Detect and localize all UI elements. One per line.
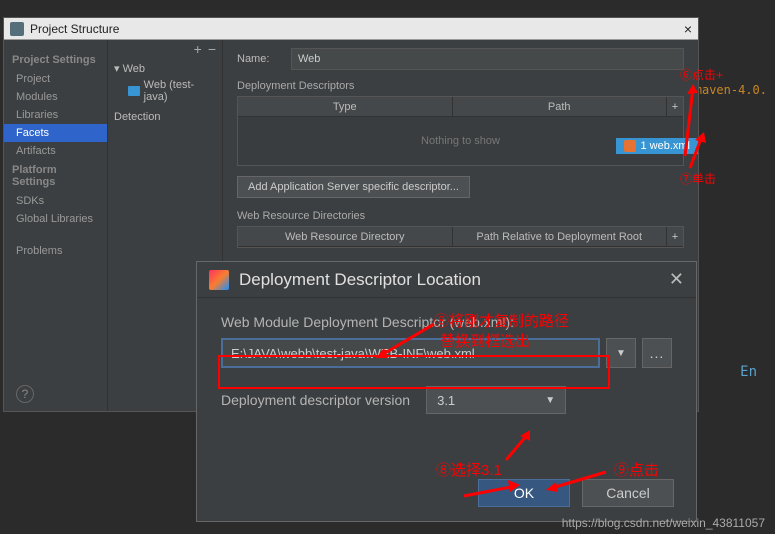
watermark: https://blog.csdn.net/weixin_43811057 [562, 516, 765, 530]
help-button[interactable]: ? [16, 385, 34, 403]
web-facet-icon [128, 86, 140, 96]
dd-section-label: Deployment Descriptors [237, 80, 684, 92]
tree-toolbar: + − [108, 40, 222, 58]
sidebar-item-artifacts[interactable]: Artifacts [4, 142, 107, 160]
sidebar-item-libraries[interactable]: Libraries [4, 106, 107, 124]
app-icon [10, 22, 24, 36]
version-value: 3.1 [437, 393, 455, 408]
dd-table: Type Path + Nothing to show [237, 96, 684, 166]
wrd-col-dir: Web Resource Directory [238, 227, 453, 246]
sidebar-item-modules[interactable]: Modules [4, 88, 107, 106]
tree-item-detection[interactable]: Detection [112, 109, 218, 125]
dd-add-button[interactable]: + [667, 97, 683, 116]
wrd-add-button[interactable]: + [667, 227, 683, 246]
sidebar-item-facets[interactable]: Facets [4, 124, 107, 142]
tree-item-web-module[interactable]: Web (test-java) [112, 77, 218, 105]
bg-lang-text: En [740, 364, 757, 380]
version-select[interactable]: 3.1 ▼ [426, 386, 566, 414]
dialog-title: Deployment Descriptor Location [239, 270, 659, 290]
tree-item-web-module-label: Web (test-java) [144, 79, 216, 103]
sidebar-item-global-libraries[interactable]: Global Libraries [4, 210, 107, 228]
webxml-popup-item[interactable]: 1 web.xml [616, 138, 698, 154]
tree-add-icon[interactable]: + [194, 41, 202, 57]
tree-item-web-label: Web [123, 63, 145, 75]
window-title: Project Structure [30, 22, 119, 36]
tree-remove-icon[interactable]: − [208, 41, 216, 57]
window-close-button[interactable]: × [684, 21, 692, 37]
dialog-close-button[interactable]: ✕ [669, 269, 684, 290]
dd-col-path: Path [453, 97, 668, 116]
chevron-down-icon: ▼ [545, 395, 555, 406]
window-title-bar: Project Structure × [4, 18, 698, 40]
browse-button[interactable]: ... [642, 338, 672, 368]
webxml-path-label: Web Module Deployment Descriptor (web.xm… [221, 314, 672, 330]
ok-button[interactable]: OK [478, 479, 570, 507]
settings-sidebar: Project Settings Project Modules Librari… [4, 40, 108, 411]
sidebar-heading-project: Project Settings [4, 50, 107, 70]
wrd-section-label: Web Resource Directories [237, 210, 684, 222]
webxml-path-input[interactable] [221, 338, 600, 368]
xml-file-icon [624, 140, 636, 152]
sidebar-heading-platform: Platform Settings [4, 160, 107, 192]
path-history-dropdown[interactable]: ▼ [606, 338, 636, 368]
cancel-button[interactable]: Cancel [582, 479, 674, 507]
webxml-popup-label: 1 web.xml [640, 140, 690, 152]
sidebar-item-project[interactable]: Project [4, 70, 107, 88]
facet-name-input[interactable] [291, 48, 684, 70]
sidebar-item-problems[interactable]: Problems [4, 242, 107, 260]
name-label: Name: [237, 53, 281, 65]
dialog-title-bar: Deployment Descriptor Location ✕ [197, 262, 696, 298]
sidebar-item-sdks[interactable]: SDKs [4, 192, 107, 210]
deployment-descriptor-dialog: Deployment Descriptor Location ✕ Web Mod… [196, 261, 697, 522]
intellij-icon [209, 270, 229, 290]
version-label: Deployment descriptor version [221, 392, 410, 408]
wrd-table: Web Resource Directory Path Relative to … [237, 226, 684, 248]
add-server-descriptor-button[interactable]: Add Application Server specific descript… [237, 176, 470, 198]
wrd-col-root: Path Relative to Deployment Root [453, 227, 668, 246]
tree-item-web[interactable]: ▾ Web [112, 60, 218, 77]
dd-col-type: Type [238, 97, 453, 116]
